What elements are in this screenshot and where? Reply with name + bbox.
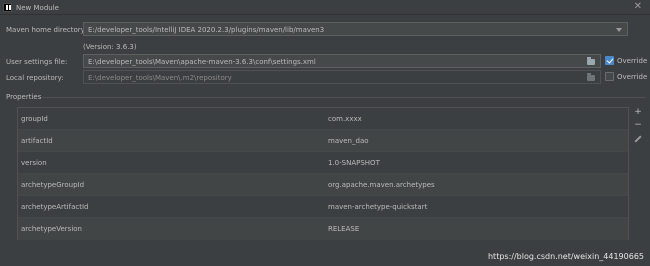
- property-value[interactable]: com.xxxx: [328, 115, 362, 123]
- repo-override-checkbox[interactable]: [605, 72, 614, 81]
- repo-override-label: Override: [617, 73, 648, 81]
- property-value[interactable]: maven_dao: [328, 137, 369, 145]
- table-row[interactable]: archetypeGroupId org.apache.maven.archet…: [18, 174, 628, 196]
- settings-override-checkbox[interactable]: [605, 56, 614, 65]
- user-settings-field[interactable]: E:\developer_tools\Maven\apache-maven-3.…: [83, 54, 601, 68]
- property-key: archetypeGroupId: [21, 181, 85, 189]
- table-row[interactable]: groupId com.xxxx: [18, 108, 628, 130]
- add-property-button[interactable]: +: [633, 107, 643, 117]
- folder-icon[interactable]: [587, 57, 595, 65]
- intellij-app-icon: [3, 3, 12, 12]
- maven-home-select[interactable]: E:/developer_tools/IntelliJ IDEA 2020.2.…: [83, 22, 628, 36]
- table-row[interactable]: archetypeVersion RELEASE: [18, 218, 628, 240]
- property-value[interactable]: RELEASE: [328, 225, 359, 233]
- property-key: archetypeVersion: [21, 225, 82, 233]
- maven-home-label: Maven home directory:: [6, 26, 87, 34]
- table-row[interactable]: artifactId maven_dao: [18, 130, 628, 152]
- remove-property-button[interactable]: −: [633, 120, 643, 130]
- chevron-down-icon[interactable]: [616, 28, 622, 32]
- local-repo-value: E:\developer_tools\Maven\.m2\repository: [88, 74, 232, 82]
- title-bar: New Module ✕: [0, 0, 650, 15]
- folder-icon[interactable]: [587, 73, 595, 81]
- property-key: groupId: [21, 115, 48, 123]
- property-key: artifactId: [21, 137, 53, 145]
- property-value[interactable]: maven-archetype-quickstart: [328, 203, 427, 211]
- property-value[interactable]: 1.0-SNAPSHOT: [328, 159, 380, 167]
- table-row[interactable]: archetypeArtifactId maven-archetype-quic…: [18, 196, 628, 218]
- section-divider: [42, 97, 646, 98]
- settings-override-label: Override: [617, 57, 648, 65]
- window-title: New Module: [16, 4, 59, 12]
- local-repo-field[interactable]: E:\developer_tools\Maven\.m2\repository: [83, 70, 601, 84]
- table-row[interactable]: version 1.0-SNAPSHOT: [18, 152, 628, 174]
- maven-home-value: E:/developer_tools/IntelliJ IDEA 2020.2.…: [88, 26, 325, 34]
- local-repo-label: Local repository:: [6, 74, 64, 82]
- user-settings-value: E:\developer_tools\Maven\apache-maven-3.…: [88, 58, 316, 66]
- watermark-text: https://blog.csdn.net/weixin_44190665: [487, 252, 644, 261]
- properties-section-label: Properties: [6, 93, 42, 101]
- pencil-icon[interactable]: [634, 135, 642, 143]
- close-icon[interactable]: ✕: [634, 1, 642, 12]
- property-key: version: [21, 159, 47, 167]
- maven-version-text: (Version: 3.6.3): [83, 43, 137, 51]
- properties-table: groupId com.xxxx artifactId maven_dao ve…: [17, 107, 629, 240]
- property-key: archetypeArtifactId: [21, 203, 89, 211]
- property-value[interactable]: org.apache.maven.archetypes: [328, 181, 435, 189]
- user-settings-label: User settings file:: [6, 58, 68, 66]
